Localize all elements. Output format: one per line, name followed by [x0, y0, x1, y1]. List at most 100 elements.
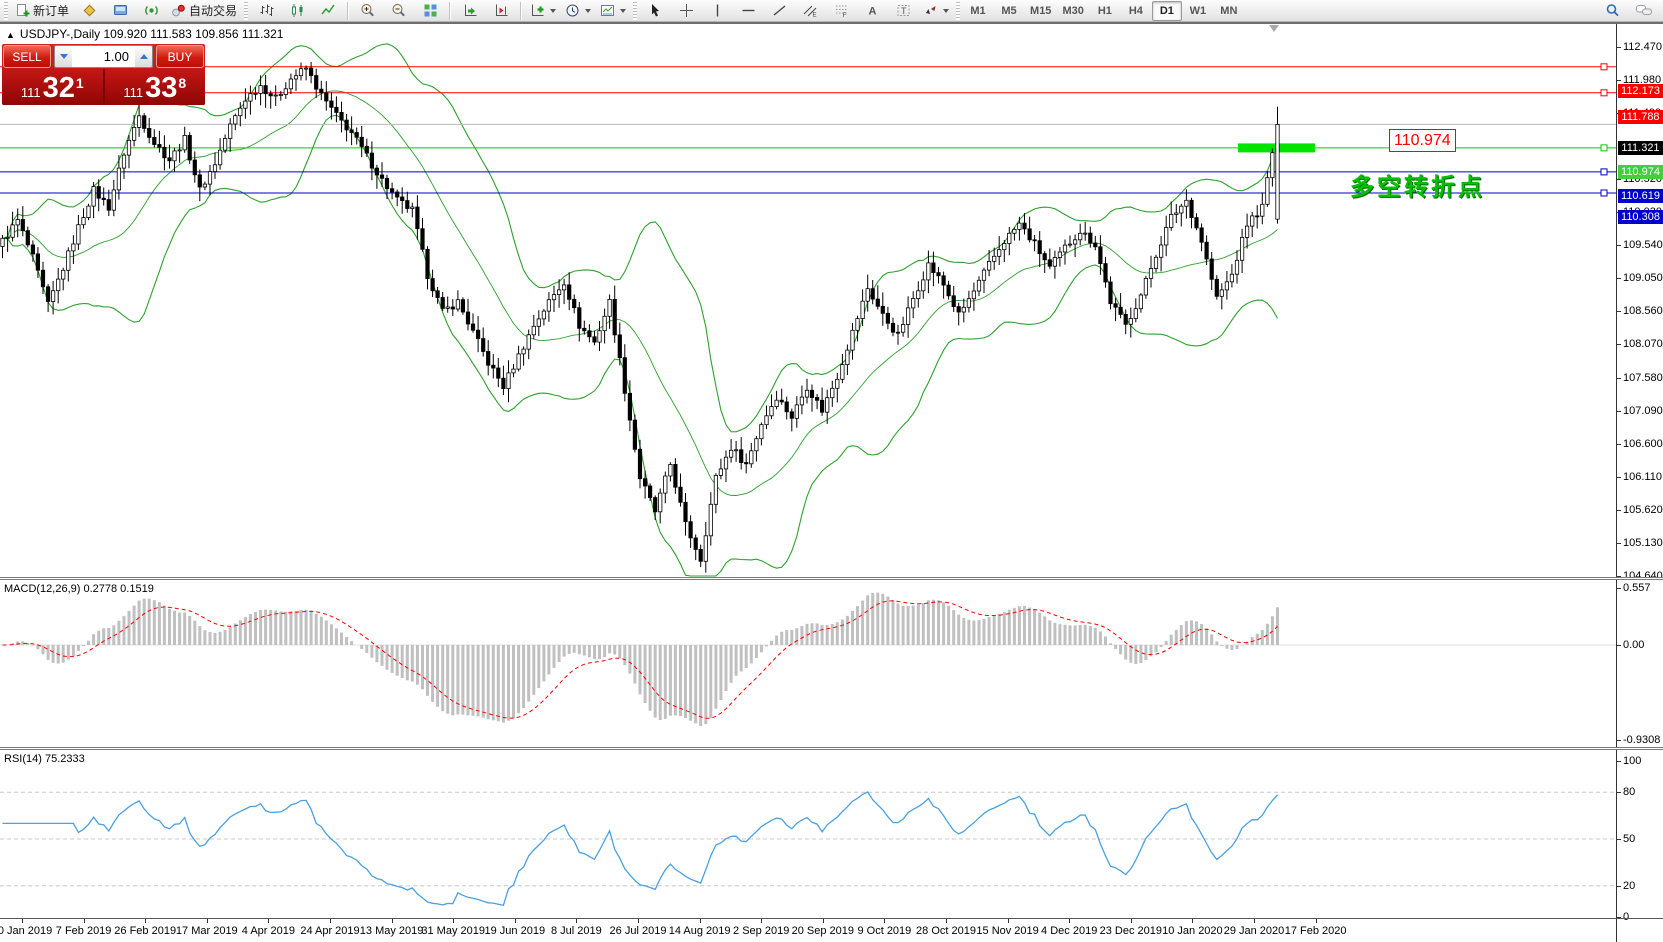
price-tick: 106.600: [1623, 438, 1663, 450]
cursor-tool-button[interactable]: [640, 0, 670, 22]
timeframe-h4[interactable]: H4: [1121, 1, 1151, 21]
price-callout-box[interactable]: 110.974: [1389, 129, 1456, 152]
volume-decrease-button[interactable]: [55, 46, 72, 67]
svg-text:E: E: [812, 13, 816, 19]
price-tick: 108.070: [1623, 338, 1663, 350]
terminal-button[interactable]: [105, 0, 135, 22]
text-label-tool-button[interactable]: T: [888, 0, 918, 22]
periods-button[interactable]: [561, 0, 595, 22]
zoom-out-button[interactable]: [384, 0, 414, 22]
rsi-tick: 0: [1623, 911, 1629, 923]
chart-shift-marker-icon[interactable]: [1269, 25, 1279, 32]
text-label-icon: T: [896, 3, 911, 18]
timeframe-mn[interactable]: MN: [1214, 1, 1244, 21]
trendline-tool-button[interactable]: [764, 0, 794, 22]
svg-text:F: F: [842, 13, 846, 18]
horizontal-line-icon: [741, 3, 756, 18]
equidistant-channel-tool-button[interactable]: E: [795, 0, 825, 22]
collapse-panel-icon[interactable]: ▲: [6, 30, 15, 40]
toolbar-grip: [633, 2, 637, 20]
date-label: 31 May 2019: [421, 925, 485, 937]
chinese-annotation[interactable]: 多空转折点: [1350, 167, 1485, 202]
date-label: 4 Apr 2019: [242, 925, 295, 937]
price-tag: 112.173: [1618, 84, 1663, 98]
new-order-button[interactable]: 新订单: [11, 0, 73, 22]
dropdown-caret: [620, 9, 626, 13]
rsi-tick: 100: [1623, 755, 1641, 767]
rsi-indicator-chart[interactable]: [0, 749, 1616, 919]
monitor-icon: [113, 3, 128, 18]
indicators-icon: [530, 3, 545, 18]
fibonacci-tool-button[interactable]: F: [826, 0, 856, 22]
metaeditor-button[interactable]: [74, 0, 104, 22]
date-label: 8 Jul 2019: [551, 925, 602, 937]
chat-button[interactable]: [1629, 0, 1659, 22]
date-label: 26 Jul 2019: [610, 925, 667, 937]
price-tick-mark: [1617, 510, 1621, 511]
date-label: 13 May 2019: [360, 925, 424, 937]
date-label: 24 Apr 2019: [300, 925, 359, 937]
timeframe-d1[interactable]: D1: [1152, 1, 1182, 21]
zoom-in-button[interactable]: [353, 0, 383, 22]
chart-shift-button[interactable]: [486, 0, 516, 22]
price-tick: 106.110: [1623, 471, 1662, 483]
tile-windows-button[interactable]: [415, 0, 445, 22]
dropdown-caret: [585, 9, 591, 13]
date-tick-mark: [1192, 919, 1193, 923]
crosshair-tool-button[interactable]: [671, 0, 701, 22]
panel-separator[interactable]: [0, 577, 1663, 580]
timeframe-m1[interactable]: M1: [963, 1, 993, 21]
macd-indicator-chart[interactable]: [0, 579, 1616, 747]
candlestick-chart-button[interactable]: [282, 0, 312, 22]
date-tick-mark: [946, 919, 947, 923]
price-tick: 105.620: [1623, 504, 1663, 516]
horizontal-line-tool-button[interactable]: [733, 0, 763, 22]
panel-separator[interactable]: [0, 747, 1663, 750]
vertical-line-tool-button[interactable]: [702, 0, 732, 22]
date-label: 29 Jan 2020: [1224, 925, 1285, 937]
sell-price[interactable]: 111321: [2, 69, 103, 105]
rsi-tick-mark: [1617, 886, 1621, 887]
svg-text:A: A: [868, 6, 876, 18]
templates-button[interactable]: [596, 0, 630, 22]
indicators-button[interactable]: [526, 0, 560, 22]
bar-chart-icon: [259, 3, 274, 18]
tile-windows-icon: [423, 3, 438, 18]
search-button[interactable]: [1598, 0, 1628, 22]
date-label: 2 Sep 2019: [733, 925, 789, 937]
diamond-icon: [82, 3, 97, 18]
svg-text:T: T: [901, 6, 907, 16]
buy-price[interactable]: 111338: [105, 69, 206, 105]
signals-button[interactable]: [136, 0, 166, 22]
new-order-label: 新订单: [33, 2, 69, 19]
price-axis[interactable]: 112.470111.980111.490110.520110.030109.5…: [1616, 24, 1663, 942]
line-chart-button[interactable]: [313, 0, 343, 22]
volume-input[interactable]: 1.00: [72, 46, 135, 67]
buy-button[interactable]: BUY: [156, 45, 204, 68]
timeframe-m30[interactable]: M30: [1057, 1, 1088, 21]
text-tool-button[interactable]: A: [857, 0, 887, 22]
arrow-up-icon: [140, 54, 148, 59]
date-axis[interactable]: 20 Jan 20197 Feb 201926 Feb 201917 Mar 2…: [0, 919, 1616, 942]
bar-chart-button[interactable]: [251, 0, 281, 22]
timeframe-m15[interactable]: M15: [1025, 1, 1056, 21]
date-label: 23 Dec 2019: [1100, 925, 1162, 937]
sell-button[interactable]: SELL: [3, 45, 51, 68]
arrows-tool-button[interactable]: [919, 0, 953, 22]
price-tick-mark: [1617, 311, 1621, 312]
timeframe-h1[interactable]: H1: [1090, 1, 1120, 21]
timeframe-m5[interactable]: M5: [994, 1, 1024, 21]
ohlc-info: ▲USDJPY-,Daily 109.920 111.583 109.856 1…: [6, 27, 283, 41]
main-candlestick-chart[interactable]: [0, 24, 1616, 577]
date-tick-mark: [1254, 919, 1255, 923]
auto-scroll-button[interactable]: [455, 0, 485, 22]
timeframe-w1[interactable]: W1: [1183, 1, 1213, 21]
chat-icon: [1635, 3, 1653, 18]
macd-tick-mark: [1617, 588, 1621, 589]
price-tick-mark: [1617, 477, 1621, 478]
date-label: 10 Jan 2020: [1162, 925, 1223, 937]
volume-increase-button[interactable]: [135, 46, 152, 67]
arrows-icon: [923, 3, 938, 18]
toolbar-separator: [449, 2, 451, 20]
auto-trading-button[interactable]: 自动交易: [167, 0, 241, 22]
